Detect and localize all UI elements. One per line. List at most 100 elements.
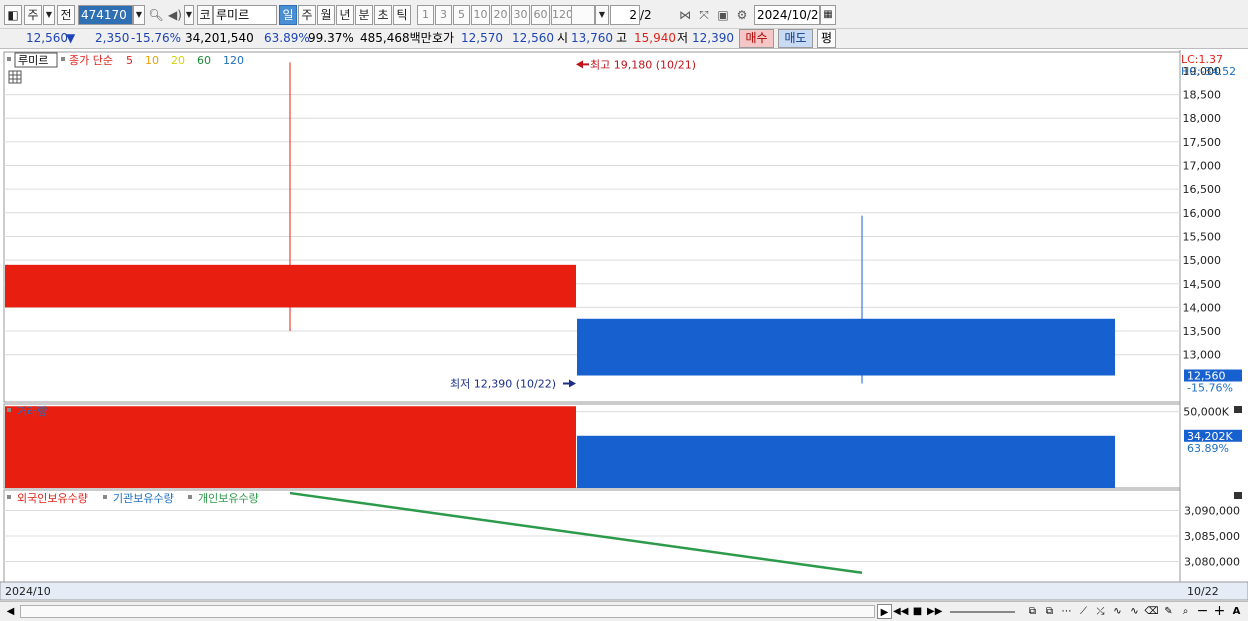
- page-input[interactable]: 2: [610, 5, 640, 25]
- volume-title: 거래량: [17, 405, 47, 418]
- speaker-dropdown-icon[interactable]: ▼: [184, 5, 194, 25]
- interval-120[interactable]: 120: [551, 5, 572, 25]
- page-total: /2: [640, 8, 652, 22]
- interval-60[interactable]: 60: [531, 5, 550, 25]
- eval-button[interactable]: 평: [817, 29, 836, 48]
- stop-icon[interactable]: ■: [910, 604, 925, 619]
- legend-bullet-icon: [103, 495, 107, 499]
- stock-name-field[interactable]: 루미르: [213, 5, 277, 25]
- chart-window-icon[interactable]: ◧: [4, 5, 22, 25]
- legend-bullet-icon: [61, 57, 65, 61]
- price-tick-label: 13,500: [1183, 325, 1222, 338]
- sell-button[interactable]: 매도: [778, 29, 813, 48]
- calendar-icon[interactable]: ▦: [820, 5, 836, 25]
- ma-legend-period: 5: [126, 54, 133, 67]
- prev-button[interactable]: 전: [57, 5, 75, 25]
- price-tick-label: 18,500: [1183, 89, 1222, 102]
- speaker-icon[interactable]: ◀): [166, 5, 184, 25]
- low-label: 저: [677, 31, 689, 45]
- interval-20[interactable]: 20: [491, 5, 510, 25]
- open-price: 13,760: [571, 31, 613, 45]
- rewind-icon[interactable]: ◀◀: [893, 604, 908, 619]
- wave-icon[interactable]: ∿: [1127, 604, 1142, 619]
- tab-0[interactable]: 일: [279, 5, 297, 25]
- copy-icon[interactable]: ⧉: [1042, 604, 1057, 619]
- date-input[interactable]: 2024/10/22: [754, 5, 820, 25]
- layout-icon[interactable]: ⧉: [1025, 604, 1040, 619]
- scroll-track[interactable]: [20, 605, 875, 618]
- save-icon[interactable]: ▣: [714, 5, 732, 25]
- grid-icon[interactable]: ⋯: [1059, 604, 1074, 619]
- tab-3[interactable]: 년: [336, 5, 354, 25]
- zoom-in-icon[interactable]: +: [1212, 604, 1227, 619]
- holdings-legend-label: 외국인보유수량: [17, 492, 88, 505]
- stock-code-input[interactable]: 474170: [78, 5, 133, 25]
- ma-legend-period: 10: [145, 54, 159, 67]
- trendline-icon[interactable]: ⟋: [1076, 604, 1091, 619]
- crosshair-icon[interactable]: ⤧: [695, 5, 713, 25]
- magnifier-icon[interactable]: ⌕: [1178, 604, 1193, 619]
- stock-chart[interactable]: 13,000 13,500 14,000 14,500 15,000 15,500 16,0…: [0, 50, 1248, 601]
- tab-2[interactable]: 월: [317, 5, 335, 25]
- high-annotation: 최고 19,180 (10/21): [590, 58, 696, 71]
- code-dropdown-icon[interactable]: ▼: [133, 5, 145, 25]
- scroll-left-icon[interactable]: ◀: [3, 604, 18, 619]
- interval-3[interactable]: 3: [435, 5, 452, 25]
- pane-collapse-icon: [1234, 492, 1242, 499]
- period-dropdown-icon[interactable]: ▼: [43, 5, 55, 25]
- tab-1[interactable]: 주: [298, 5, 316, 25]
- period-selector[interactable]: 주: [24, 5, 42, 25]
- pane-collapse-icon: [1234, 406, 1242, 413]
- interval-10[interactable]: 10: [471, 5, 490, 25]
- holdings-legend-label: 기관보유수량: [113, 492, 174, 505]
- interval-dropdown-icon[interactable]: ▼: [595, 5, 609, 25]
- toolbar: ◧ 주 ▼ 전 474170 ▼ 🔍︎ ◀) ▼ 코 루미르 ▼ 2 /2 ⋈ …: [0, 0, 1248, 29]
- pencil-icon[interactable]: ✎: [1161, 604, 1176, 619]
- hc-label: HC:-34.52: [1181, 65, 1236, 78]
- market-badge: 코: [197, 5, 213, 25]
- volume-bar: [577, 435, 1115, 488]
- tab-4[interactable]: 분: [355, 5, 373, 25]
- price-change-pct: -15.76%: [131, 31, 182, 45]
- price-tick-label: 14,500: [1183, 278, 1222, 291]
- price-tick-label: 15,000: [1183, 254, 1222, 267]
- price-tick-label: 14,000: [1183, 301, 1222, 314]
- price-tick-label: 18,000: [1183, 112, 1222, 125]
- high-label: 고: [616, 31, 628, 45]
- price-tick-label: 16,500: [1183, 183, 1222, 196]
- interval-1[interactable]: 1: [417, 5, 434, 25]
- pattern-icon[interactable]: ∿: [1110, 604, 1125, 619]
- low-price: 12,390: [692, 31, 734, 45]
- eraser-icon[interactable]: ⌫: [1144, 604, 1159, 619]
- tab-5[interactable]: 초: [374, 5, 392, 25]
- down-arrow-icon: ▼: [66, 31, 76, 45]
- high-price: 15,940: [634, 31, 676, 45]
- zoom-out-icon[interactable]: −: [1195, 604, 1210, 619]
- zoom-slider[interactable]: [950, 611, 1015, 613]
- gear-icon[interactable]: ⚙: [733, 5, 751, 25]
- price-tick-label: 16,000: [1183, 207, 1222, 220]
- scroll-right-icon[interactable]: ▶: [877, 604, 892, 619]
- tab-6[interactable]: 틱: [393, 5, 411, 25]
- auto-scale-icon[interactable]: A: [1229, 604, 1244, 619]
- ratio2: 99.37%: [308, 31, 354, 45]
- candle-body: [5, 264, 576, 308]
- holdings-legend-label: 개인보유수량: [198, 492, 259, 505]
- legend-bullet-icon: [7, 408, 11, 412]
- pin-icon[interactable]: ⋈: [676, 5, 694, 25]
- interval-custom-field[interactable]: [571, 5, 595, 25]
- interval-30[interactable]: 30: [511, 5, 530, 25]
- bid-price: 12,560: [512, 31, 554, 45]
- search-icon[interactable]: 🔍︎: [147, 5, 165, 25]
- candle-body: [577, 318, 1115, 376]
- measure-icon[interactable]: ⤯: [1093, 604, 1108, 619]
- holdings-tick-label: 3,090,000: [1184, 504, 1240, 517]
- interval-5[interactable]: 5: [453, 5, 470, 25]
- buy-button[interactable]: 매수: [739, 29, 774, 48]
- current-change-label: -15.76%: [1187, 382, 1233, 395]
- volume-ratio: 63.89%: [264, 31, 310, 45]
- x-axis-end-label: 10/22: [1187, 585, 1219, 598]
- fast-forward-icon[interactable]: ▶▶: [927, 604, 942, 619]
- ma-legend-label: 종가 단순: [69, 54, 113, 67]
- current-price: 12,560: [26, 31, 68, 45]
